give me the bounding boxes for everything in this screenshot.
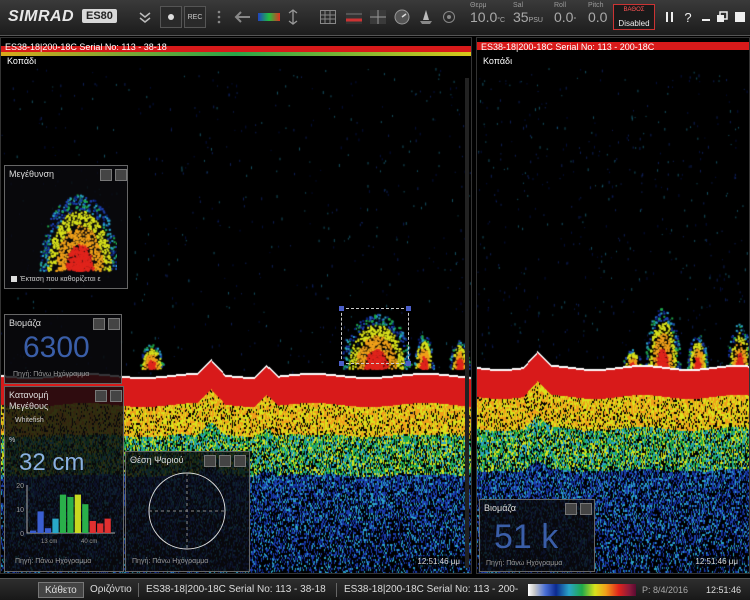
- depth-alarm-button[interactable]: ΒΑΘΟΣ Disabled: [613, 4, 655, 30]
- histogram-bar: [37, 511, 44, 533]
- echogram-icon[interactable]: [346, 8, 362, 26]
- echogram-canvas-right[interactable]: [477, 38, 749, 573]
- histogram-bar: [97, 523, 104, 533]
- school-label-left: Κοπάδι: [5, 56, 39, 66]
- checkbox-icon[interactable]: [11, 276, 17, 283]
- tab-vertical[interactable]: Κάθετο: [38, 582, 84, 598]
- rec-button[interactable]: REC: [184, 6, 206, 28]
- vertical-scrollbar-left[interactable]: [465, 78, 469, 568]
- fish-position-widget[interactable]: Θέση Ψαριού Πηγή: Πάνω Ηχόγραμμα: [125, 451, 250, 572]
- histogram-x-tick: 13 cm: [41, 539, 57, 545]
- histogram-bar: [52, 518, 59, 533]
- biomass-source-left: Πηγή: Πάνω Ηχόγραμμα: [13, 371, 90, 378]
- timestamp-left: 12:51:46 μμ: [414, 556, 463, 567]
- widget-settings-icon[interactable]: [95, 390, 107, 402]
- histogram-bar: [89, 521, 96, 533]
- histogram-bar: [44, 528, 52, 533]
- histogram-bar: [82, 504, 89, 533]
- widget-settings-icon[interactable]: [100, 169, 112, 181]
- widget-close-icon[interactable]: [234, 455, 246, 467]
- temperature-gauge: Θερμ 10.0°C: [470, 2, 506, 25]
- biomass-widget-right[interactable]: Βιομάζα 51 k Πηγή: Πάνω Ηχόγραμμα: [479, 499, 595, 572]
- histogram-bar: [74, 494, 81, 533]
- status-bar: Κάθετο Οριζόντιο ES38-18|200-18C Serial …: [0, 578, 750, 600]
- zoom-echogram: [17, 184, 117, 274]
- species-label: Whitefish: [15, 417, 44, 424]
- size-value: 32 cm: [19, 449, 85, 476]
- size-distribution-widget[interactable]: Κατανομή Μεγέθους Whitefish % 32 cm 20 10…: [4, 386, 124, 572]
- scope-icon[interactable]: [370, 8, 386, 26]
- histogram-bar: [30, 530, 37, 533]
- histogram-y-tick: 10: [16, 507, 24, 514]
- histogram-y-tick: 0: [20, 531, 24, 538]
- histogram-bar: [59, 494, 67, 533]
- widget-close-icon[interactable]: [580, 503, 592, 515]
- close-icon[interactable]: [732, 8, 748, 26]
- more-vertical-icon[interactable]: [208, 6, 230, 28]
- widget-settings-icon[interactable]: [565, 503, 577, 515]
- extent-checkbox[interactable]: Έκταση που καθορίζεται ε: [11, 276, 101, 283]
- range-icon[interactable]: [286, 8, 300, 26]
- color-scale-bar: [528, 584, 636, 596]
- zoom-selection-box[interactable]: [339, 306, 411, 366]
- fish-position-title: Θέση Ψαριού: [130, 455, 184, 465]
- biomass-title-right: Βιομάζα: [484, 503, 516, 513]
- school-label-right: Κοπάδι: [481, 56, 515, 66]
- menu-chevron-icon[interactable]: [134, 6, 156, 28]
- biomass-value-left: 6300: [23, 331, 90, 364]
- histogram-bar: [104, 518, 111, 533]
- histogram-bar: [67, 497, 74, 533]
- echogram-pane-200khz[interactable]: ES38-18|200-18C Serial No: 113 - 200-18C…: [476, 37, 750, 574]
- help-button[interactable]: ?: [680, 8, 696, 26]
- biomass-value-right: 51 k: [494, 518, 559, 556]
- playback-date: P: 8/4/2016: [642, 585, 689, 595]
- surface-layer: [1, 52, 471, 56]
- size-title-line2: Μεγέθους: [9, 401, 49, 411]
- vessel-icon[interactable]: [418, 8, 434, 26]
- zoom-widget[interactable]: Μεγέθυνση Έκταση που καθορίζεται ε: [4, 165, 128, 289]
- restore-icon[interactable]: [714, 8, 730, 26]
- channel-38khz-label[interactable]: ES38-18|200-18C Serial No: 113 - 38-18: [140, 582, 332, 598]
- widget-close-icon[interactable]: [108, 318, 120, 330]
- channel-200khz-label[interactable]: ES38-18|200-18C Serial No: 113 - 200-: [338, 582, 528, 598]
- model-badge: ES80: [82, 9, 117, 23]
- biomass-title-left: Βιομάζα: [9, 318, 41, 328]
- clock: 12:51:46: [706, 585, 742, 595]
- brand-logo: SIMRAD: [8, 8, 75, 25]
- bars-icon[interactable]: [662, 8, 678, 26]
- target-circle-icon: [148, 472, 226, 550]
- depth-state: Disabled: [618, 19, 650, 28]
- biomass-widget-left[interactable]: Βιομάζα 6300 Πηγή: Πάνω Ηχόγραμμα: [4, 314, 122, 384]
- color-scale-icon[interactable]: [258, 8, 280, 26]
- divider: [138, 583, 139, 597]
- histogram-x-tick: 40 cm: [81, 539, 97, 545]
- histogram-y-tick: 20: [16, 483, 24, 490]
- timestamp-right: 12:51:46 μμ: [692, 556, 741, 567]
- widget-close-icon[interactable]: [115, 169, 127, 181]
- top-toolbar: SIMRAD ES80 REC Θερμ 10.0°C Sal 35PSU Ro…: [0, 0, 750, 36]
- minimize-icon[interactable]: [698, 8, 714, 26]
- ping-icon[interactable]: [442, 8, 456, 26]
- gauge-icon[interactable]: [394, 8, 410, 26]
- salinity-gauge: Sal 35PSU: [513, 2, 543, 25]
- divider: [336, 583, 337, 597]
- biomass-source-right: Πηγή: Πάνω Ηχόγραμμα: [486, 560, 563, 567]
- widget-close-icon[interactable]: [110, 390, 122, 402]
- record-toggle-button[interactable]: [160, 6, 182, 28]
- size-title-line1: Κατανομή: [9, 390, 49, 400]
- fish-position-source: Πηγή: Πάνω Ηχόγραμμα: [132, 558, 209, 565]
- size-histogram: 20 10 0 13 cm 40 cm: [16, 483, 115, 545]
- size-source: Πηγή: Πάνω Ηχόγραμμα: [15, 558, 92, 565]
- arrow-left-icon[interactable]: [234, 8, 252, 26]
- percent-label: %: [9, 437, 16, 444]
- grid-icon[interactable]: [320, 8, 336, 26]
- channel-title-right: ES38-18|200-18C Serial No: 113 - 200-18C: [481, 42, 655, 52]
- widget-settings-icon[interactable]: [93, 318, 105, 330]
- depth-title: ΒΑΘΟΣ: [623, 7, 645, 13]
- zoom-title: Μεγέθυνση: [9, 169, 55, 179]
- channel-title-left: ES38-18|200-18C Serial No: 113 - 38-18: [5, 42, 167, 52]
- tab-horizontal[interactable]: Οριζόντιο: [84, 582, 138, 598]
